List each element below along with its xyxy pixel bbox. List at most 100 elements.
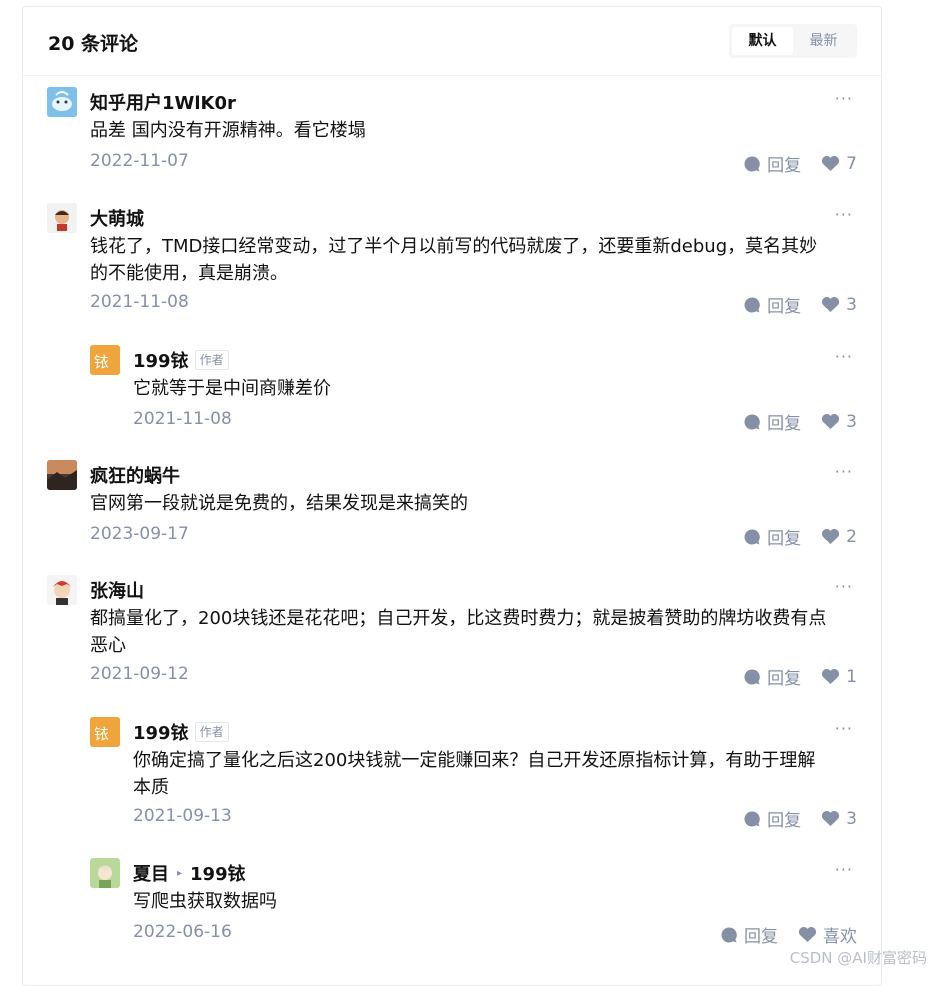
avatar-author-icon: 铱 <box>90 717 120 747</box>
like-count: 3 <box>846 411 857 432</box>
comment-date: 2021-09-13 <box>133 806 232 826</box>
comment-date: 2021-11-08 <box>133 409 232 429</box>
like-label: 喜欢 <box>823 927 857 947</box>
like-button[interactable]: 1 <box>821 667 857 687</box>
reply-button[interactable]: 回复 <box>743 292 801 317</box>
like-count: 3 <box>846 808 857 829</box>
comment-content: 它就等于是中间商赚差价 <box>133 378 331 399</box>
avatar[interactable] <box>90 858 120 888</box>
comment-content: 写爬虫获取数据吗 <box>133 891 277 912</box>
reply-bubble-icon <box>744 413 760 429</box>
more-icon[interactable]: ··· <box>835 462 853 481</box>
avatar-glyph: 铱 <box>94 353 109 371</box>
comment-content: 钱花了，TMD接口经常变动，过了半个月以前写的代码就废了，还要重新debug，莫… <box>90 233 817 287</box>
reply-target-name[interactable]: 199铱 <box>190 860 246 886</box>
comment-content: 都搞量化了，200块钱还是花花吧；自己开发，比这费时费力；就是披着赞助的牌坊收费… <box>90 605 826 659</box>
reply-button[interactable]: 回复 <box>743 524 801 549</box>
avatar-landscape-icon <box>47 460 77 490</box>
reply-bubble-icon <box>744 810 760 826</box>
avatar-cartoon-icon <box>47 203 77 233</box>
sort-latest-button[interactable]: 最新 <box>793 27 854 55</box>
reply-bubble-icon <box>744 296 760 312</box>
comments-header: 20 条评论 默认 最新 <box>23 7 881 76</box>
comment-author-name[interactable]: 夏目 <box>133 860 169 886</box>
reply-arrow-icon: ▸ <box>177 867 183 879</box>
comment-content: 官网第一段就说是免费的，结果发现是来搞笑的 <box>90 493 468 514</box>
comment-content-line: 的不能使用，真是崩溃。 <box>90 263 288 284</box>
author-badge: 作者 <box>194 350 229 370</box>
like-button[interactable]: 2 <box>821 527 857 547</box>
heart-icon <box>798 927 817 943</box>
more-icon[interactable]: ··· <box>835 347 853 366</box>
reply-bubble-icon <box>744 155 760 171</box>
comment-date: 2022-11-07 <box>90 151 189 171</box>
reply-button[interactable]: 回复 <box>743 409 801 434</box>
avatar-character-icon <box>47 575 77 605</box>
comment-author-name[interactable]: 疯狂的蜗牛 <box>90 462 180 488</box>
comment-content: 品差 国内没有开源精神。看它楼塌 <box>90 120 366 141</box>
heart-icon <box>822 156 840 172</box>
comment-author-name[interactable]: 199铱 <box>133 719 189 745</box>
like-button[interactable]: 3 <box>821 295 857 315</box>
comment-author-name[interactable]: 张海山 <box>90 577 144 603</box>
comment-content: 你确定搞了量化之后这200块钱就一定能赚回来？自己开发还原指标计算，有助于理解 … <box>133 747 815 801</box>
avatar[interactable] <box>47 203 77 233</box>
more-icon[interactable]: ··· <box>835 89 853 108</box>
like-count: 1 <box>846 666 857 687</box>
avatar[interactable] <box>47 575 77 605</box>
comment-author-name[interactable]: 大萌城 <box>90 205 144 231</box>
avatar-anime-icon <box>90 858 120 888</box>
heart-icon <box>822 297 840 313</box>
reply-button[interactable]: 回复 <box>743 806 801 831</box>
comments-panel: 20 条评论 默认 最新 知乎用户1WlK0r ··· 品差 国内没有开源精神。… <box>22 6 882 986</box>
reply-label: 回复 <box>767 669 802 689</box>
heart-icon <box>822 529 840 545</box>
reply-button[interactable]: 回复 <box>743 151 801 176</box>
avatar-author-icon: 铱 <box>90 345 120 375</box>
reply-label: 回复 <box>767 297 802 317</box>
comment-date: 2021-09-12 <box>90 664 189 684</box>
avatar[interactable] <box>47 460 77 490</box>
avatar[interactable] <box>47 87 77 117</box>
comment-content-line: 钱花了，TMD接口经常变动，过了半个月以前写的代码就废了，还要重新debug，莫… <box>90 236 818 257</box>
heart-icon <box>822 414 840 430</box>
reply-label: 回复 <box>767 529 802 549</box>
heart-icon <box>822 811 840 827</box>
like-button[interactable]: 7 <box>821 154 857 174</box>
comment-content-line: 都搞量化了，200块钱还是花花吧；自己开发，比这费时费力；就是披着赞助的牌坊收费… <box>90 608 827 629</box>
reply-bubble-icon <box>721 926 737 942</box>
like-count: 7 <box>846 153 857 174</box>
like-button[interactable]: 3 <box>821 809 857 829</box>
comment-content-line: 恶心 <box>90 635 126 656</box>
like-button[interactable]: 3 <box>821 412 857 432</box>
reply-bubble-icon <box>744 528 760 544</box>
reply-label: 回复 <box>767 414 802 434</box>
like-button[interactable]: 喜欢 <box>798 922 857 947</box>
reply-label: 回复 <box>744 927 778 947</box>
more-icon[interactable]: ··· <box>835 719 853 738</box>
comment-date: 2021-11-08 <box>90 292 189 312</box>
more-icon[interactable]: ··· <box>835 205 853 224</box>
avatar[interactable]: 铱 <box>90 717 120 747</box>
comments-count-title: 20 条评论 <box>48 33 139 55</box>
author-badge: 作者 <box>194 722 229 742</box>
sort-default-button[interactable]: 默认 <box>732 27 793 55</box>
reply-label: 回复 <box>767 156 802 176</box>
reply-bubble-icon <box>744 668 760 684</box>
comment-content-line: 你确定搞了量化之后这200块钱就一定能赚回来？自己开发还原指标计算，有助于理解 <box>133 750 816 771</box>
more-icon[interactable]: ··· <box>835 577 853 596</box>
comment-author-name[interactable]: 199铱 <box>133 347 189 373</box>
heart-icon <box>822 669 840 685</box>
avatar[interactable]: 铱 <box>90 345 120 375</box>
like-count: 3 <box>846 294 857 315</box>
watermark: CSDN @AI财富密码 <box>789 949 927 967</box>
comment-author-name[interactable]: 知乎用户1WlK0r <box>90 89 236 115</box>
comment-content-line: 本质 <box>133 777 169 798</box>
more-icon[interactable]: ··· <box>835 860 853 879</box>
avatar-glyph: 铱 <box>94 725 109 743</box>
sort-toggle: 默认 最新 <box>729 24 857 58</box>
reply-button[interactable]: 回复 <box>743 664 801 689</box>
comment-date: 2023-09-17 <box>90 524 189 544</box>
reply-button[interactable]: 回复 <box>720 922 778 947</box>
comment-date: 2022-06-16 <box>133 922 232 942</box>
